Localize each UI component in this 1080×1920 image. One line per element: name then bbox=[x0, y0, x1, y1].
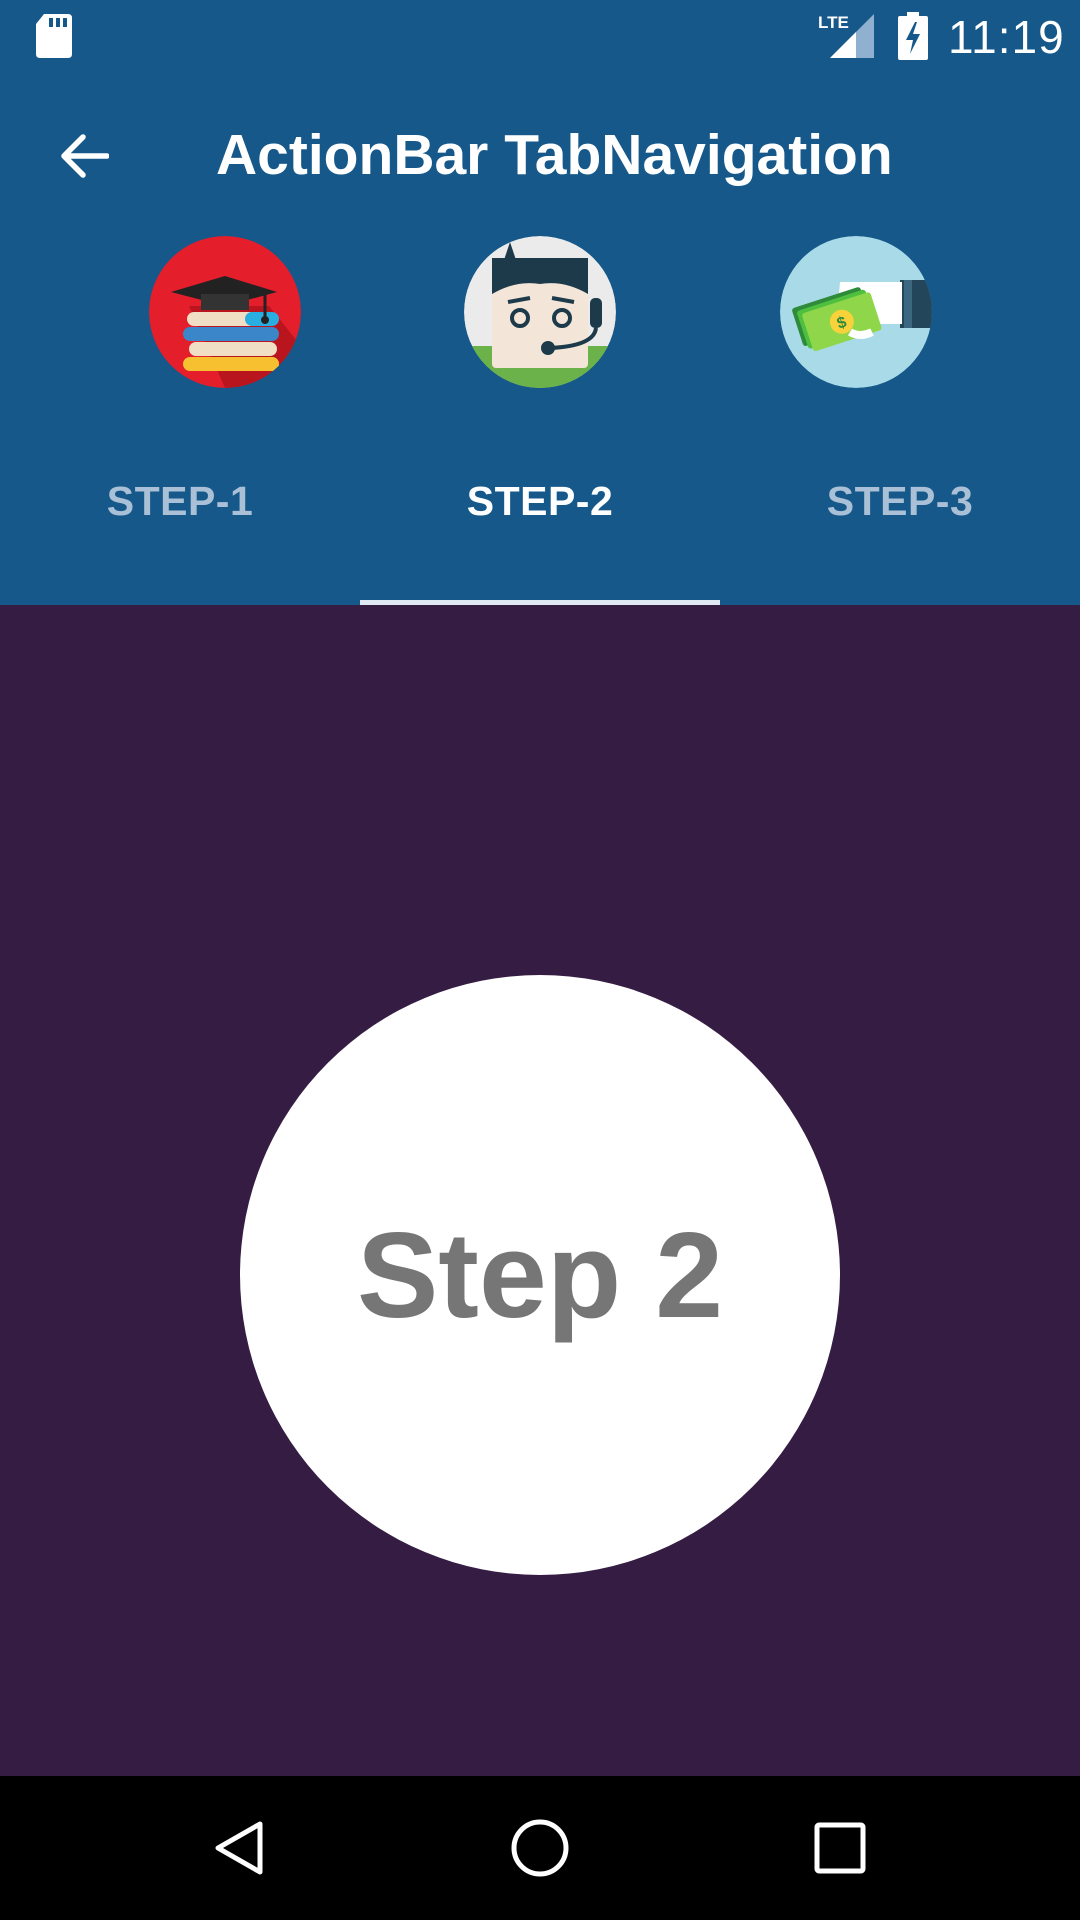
status-bar: LTE 11:19 bbox=[0, 0, 1080, 72]
tab-step-2[interactable]: STEP-2 bbox=[360, 236, 720, 601]
system-nav-bar bbox=[0, 1776, 1080, 1920]
arrow-back-icon bbox=[61, 134, 109, 178]
tab-content: Step 2 bbox=[0, 605, 1080, 1776]
status-time: 11:19 bbox=[948, 11, 1065, 63]
recents-square-icon bbox=[814, 1822, 866, 1874]
lte-signal-icon: LTE bbox=[818, 13, 874, 58]
battery-charging-icon bbox=[898, 12, 928, 60]
home-circle-icon bbox=[511, 1819, 569, 1877]
graduation-books-icon bbox=[149, 236, 301, 388]
step-label: Step 2 bbox=[356, 1207, 724, 1343]
tab-step-3[interactable]: $ STEP-3 bbox=[720, 236, 1080, 601]
support-agent-icon bbox=[464, 236, 616, 388]
money-hand-icon: $ bbox=[780, 236, 932, 388]
nav-recents-button[interactable] bbox=[794, 1802, 886, 1894]
back-triangle-icon bbox=[215, 1821, 263, 1875]
step-circle: Step 2 bbox=[240, 975, 840, 1575]
app-header: LTE 11:19 ActionBar TabNavigation STEP-1… bbox=[0, 0, 1080, 606]
tab-label: STEP-3 bbox=[826, 478, 974, 524]
back-button[interactable] bbox=[44, 116, 124, 196]
nav-back-button[interactable] bbox=[194, 1802, 286, 1894]
tab-label: STEP-2 bbox=[466, 478, 614, 524]
tab-step-1[interactable]: STEP-1 bbox=[0, 236, 360, 601]
page-title: ActionBar TabNavigation bbox=[216, 123, 893, 187]
sd-card-icon bbox=[36, 14, 72, 58]
lte-text: LTE bbox=[818, 13, 849, 32]
tab-label: STEP-1 bbox=[106, 478, 254, 524]
nav-home-button[interactable] bbox=[494, 1802, 586, 1894]
